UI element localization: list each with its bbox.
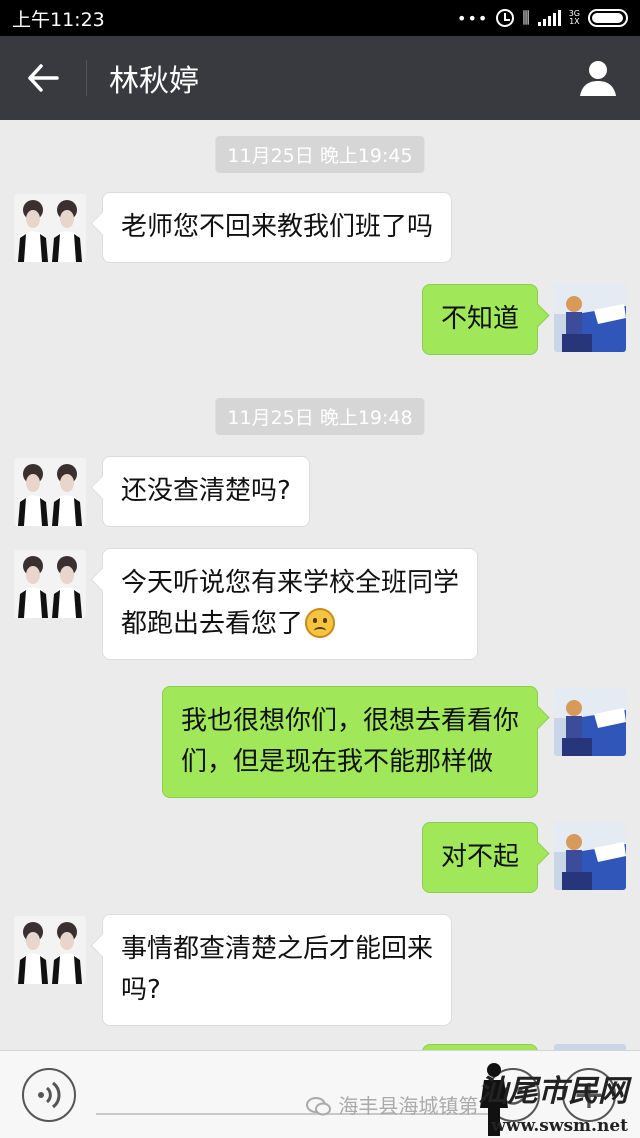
chat-title: 林秋婷 (109, 64, 199, 99)
voice-button[interactable] (22, 1068, 76, 1122)
arrow-left-icon (28, 64, 59, 92)
emoji-button[interactable] (486, 1068, 540, 1122)
my-avatar[interactable] (554, 688, 626, 756)
contact-avatar[interactable] (14, 194, 86, 262)
message-line: 今天听说您有来学校全班同学 (121, 568, 460, 598)
sent-message[interactable]: 对不起 (421, 822, 538, 893)
network-sub-label: 1X (569, 17, 580, 26)
signal-icon (537, 10, 561, 26)
sad-face-icon (305, 608, 336, 638)
chat-header: 林秋婷 (0, 36, 640, 120)
back-button[interactable] (0, 36, 86, 120)
message-line: 们，但是现在我不能那样做 (180, 747, 493, 777)
battery-icon (588, 9, 628, 27)
wechat-logo-icon (306, 1097, 331, 1116)
alarm-icon (496, 9, 515, 27)
message-list[interactable]: 11月25日 晚上19:45 老师您不回来教我们班了吗 不知道 11月25日 晚… (0, 120, 640, 1050)
person-icon (580, 61, 616, 96)
watermark-text: 海丰县海城镇第 (306, 1090, 478, 1119)
status-time: 上午11:23 (12, 8, 105, 31)
received-message[interactable]: 事情都查清楚之后才能回来 吗? (102, 914, 453, 1026)
sent-message[interactable]: 我也很想你们，很想去看看你 们，但是现在我不能那样做 (161, 686, 538, 798)
plus-icon: + (572, 1072, 606, 1118)
contact-avatar[interactable] (14, 458, 86, 526)
message-timestamp: 11月25日 晚上19:48 (215, 398, 425, 435)
message-line: 事情都查清楚之后才能回来 (121, 934, 434, 964)
vibrate-icon: ⫼ (522, 8, 530, 27)
message-timestamp: 11月25日 晚上19:45 (215, 136, 425, 173)
received-message[interactable]: 老师您不回来教我们班了吗 (102, 192, 453, 263)
watermark-account: 海丰县海城镇第 (338, 1094, 479, 1118)
status-bar: 上午11:23 ••• ⫼ 3G 1X (0, 0, 640, 36)
profile-button[interactable] (556, 36, 640, 120)
notification-dots-icon: ••• (457, 8, 489, 28)
contact-avatar[interactable] (14, 916, 86, 984)
status-icons: ••• ⫼ 3G 1X (457, 8, 628, 28)
network-type: 3G 1X (569, 10, 580, 26)
message-line: 都跑出去看您了 (121, 604, 459, 645)
sent-message[interactable]: 不知道 (421, 284, 538, 355)
message-line: 吗? (121, 975, 161, 1005)
message-line: 我也很想你们，很想去看看你 (180, 706, 519, 736)
my-avatar[interactable] (554, 822, 626, 890)
received-message[interactable]: 今天听说您有来学校全班同学 都跑出去看您了 (102, 548, 479, 660)
header-divider (86, 60, 87, 96)
contact-avatar[interactable] (14, 550, 86, 618)
emoji-icon (502, 1087, 524, 1105)
more-button[interactable]: + (562, 1068, 616, 1122)
voice-icon (38, 1081, 61, 1109)
message-line-text: 都跑出去看您了 (121, 609, 304, 639)
my-avatar[interactable] (554, 284, 626, 352)
received-message[interactable]: 还没查清楚吗? (102, 456, 310, 527)
